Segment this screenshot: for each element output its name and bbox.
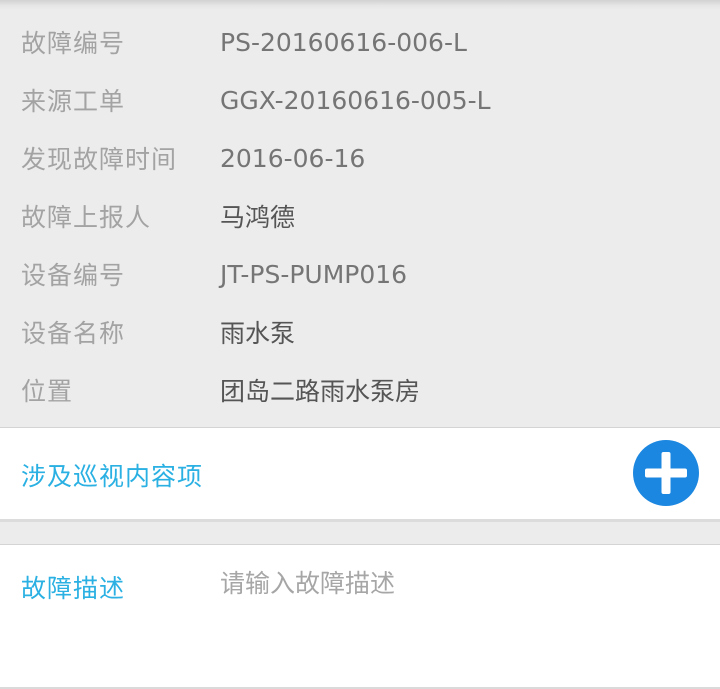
gap-top-divider <box>0 519 720 522</box>
equipment-number-value: JT-PS-PUMP016 <box>220 259 408 289</box>
plus-circle-icon <box>645 452 687 494</box>
reporter-value: 马鸿德 <box>220 203 296 232</box>
equipment-name-label: 设备名称 <box>21 319 126 348</box>
fault-description-input[interactable] <box>214 561 706 683</box>
fault-description-section: 故障描述 <box>0 545 720 687</box>
section-gap <box>0 519 720 545</box>
discovery-time-row: 发现故障时间 2016-06-16 <box>0 129 720 187</box>
reporter-label: 故障上报人 <box>21 203 152 232</box>
equipment-number-label: 设备编号 <box>21 261 126 290</box>
reporter-row: 故障上报人 马鸿德 <box>0 187 720 245</box>
header-shadow <box>0 0 720 10</box>
discovery-time-label: 发现故障时间 <box>21 145 178 174</box>
source-order-value: GGX-20160616-005-L <box>220 85 491 115</box>
fault-number-row: 故障编号 PS-20160616-006-L <box>0 13 720 71</box>
equipment-number-row: 设备编号 JT-PS-PUMP016 <box>0 245 720 303</box>
patrol-items-label: 涉及巡视内容项 <box>21 462 204 491</box>
discovery-time-value: 2016-06-16 <box>220 143 366 173</box>
fault-number-label: 故障编号 <box>21 29 126 58</box>
add-patrol-item-button[interactable] <box>633 440 699 506</box>
location-label: 位置 <box>21 377 74 406</box>
source-order-label: 来源工单 <box>21 87 126 116</box>
equipment-name-row: 设备名称 雨水泵 <box>0 303 720 361</box>
fault-info-section: 故障编号 PS-20160616-006-L 来源工单 GGX-20160616… <box>0 13 720 427</box>
patrol-items-row[interactable]: 涉及巡视内容项 <box>0 428 720 519</box>
fault-number-value: PS-20160616-006-L <box>220 27 467 57</box>
equipment-name-value: 雨水泵 <box>220 319 296 348</box>
fault-description-label: 故障描述 <box>21 574 126 603</box>
source-order-row: 来源工单 GGX-20160616-005-L <box>0 71 720 129</box>
location-value: 团岛二路雨水泵房 <box>220 377 421 406</box>
location-row: 位置 团岛二路雨水泵房 <box>0 361 720 419</box>
